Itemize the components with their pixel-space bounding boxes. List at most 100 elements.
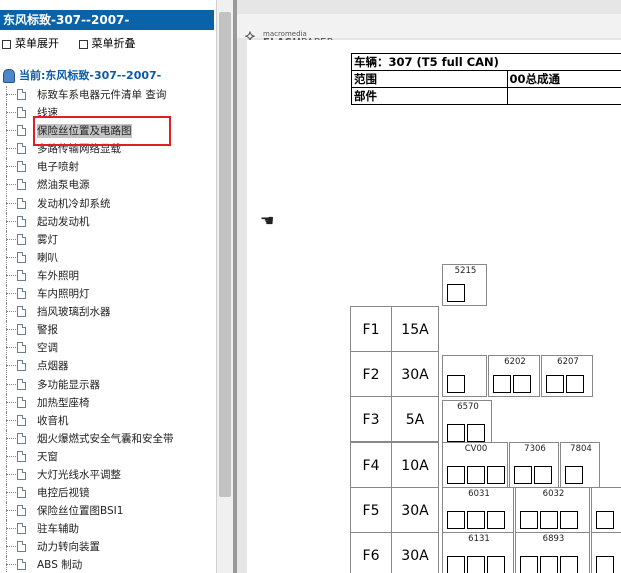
component-code: 6131 [468,534,490,544]
part-label: 部件 [351,87,508,105]
tree-item-label: 起动发动机 [37,215,90,228]
tree-line [6,176,7,195]
tree-item[interactable]: 驻车辅助 [0,520,214,539]
tree-item-label: 雾灯 [37,233,58,246]
tree-line [6,520,7,539]
component-code: 6202 [504,357,526,367]
tree-item[interactable]: 挡风玻璃刮水器 [0,303,214,322]
component-symbol-icon [546,375,564,393]
tree-line [6,538,7,557]
tree-item-label: 烟火爆燃式安全气囊和安全带 [37,432,174,445]
tree-connector [6,293,16,295]
page-icon [17,89,26,100]
tree-connector [6,256,16,258]
component-code: 5215 [454,266,477,276]
tree-item[interactable]: 烟火爆燃式安全气囊和安全带 [0,429,214,448]
component-cell: 6893 [515,532,590,573]
tree-item[interactable]: 点烟器 [0,357,214,376]
component-code: 6207 [557,357,579,367]
tree-root[interactable]: 当前:东风标致-307--2007- [3,67,161,83]
page-icon [17,468,26,480]
fuse-amp-cell: 15A [391,306,439,352]
tree-item-label: ABS 制动 [37,559,83,572]
component-code: CV00 [464,444,488,454]
tree-connector [6,492,16,494]
tree-line [6,339,7,358]
tree-item[interactable]: 动力转向装置 [0,538,214,557]
tree-line [6,248,7,267]
tree-connector [6,112,16,114]
panel-title: 东风标致-307--2007- [0,10,214,30]
component-cell: 5215 [442,264,487,306]
page-icon [17,233,26,245]
page-icon [17,306,26,318]
component-cell: 6131 [442,532,514,573]
tree-connector [6,419,16,421]
tree-item[interactable]: 车内照明灯 [0,285,214,304]
page-icon [17,523,26,535]
tree-item[interactable]: 警报 [0,321,214,340]
part-value [506,87,621,105]
tree-item[interactable]: 标致车系电器元件清单 查询 [0,86,214,104]
tree-connector [6,437,16,439]
page-icon [17,414,26,426]
tree-item[interactable]: 保险丝位置图BSI1 [0,502,214,521]
fuse-amp-cell: 30A [391,487,439,533]
root-label: 当前:东风标致-307--2007- [19,69,162,82]
scrollbar-thumb[interactable] [219,12,231,497]
tree-line [6,122,7,141]
component-symbol-icon [596,511,614,529]
tree-item[interactable]: 加热型座椅 [0,393,214,412]
tree-item[interactable]: 喇叭 [0,248,214,267]
tree-item[interactable]: ABS 制动 [0,556,214,573]
root-icon [3,69,15,83]
tree-item[interactable]: 收音机 [0,411,214,430]
tree-line [6,194,7,213]
tree-line [6,411,7,430]
tree-item[interactable]: 电子喷射 [0,158,214,177]
tree-line [6,321,7,340]
tree-line [6,285,7,304]
component-symbol-icon [467,424,485,442]
tree-item[interactable]: 发动机冷却系统 [0,194,214,213]
page-icon [17,125,26,137]
page-icon [17,450,26,462]
tree-panel: 东风标致-307--2007- 菜单展开 菜单折叠 当前:东风标致-307--2… [0,0,216,573]
tree-item[interactable]: 燃油泵电源 [0,176,214,195]
expand-menu-button[interactable]: 菜单展开 [0,35,59,51]
tree-item-label: 大灯光线水平调整 [37,468,121,481]
document-viewer: ⯎ macromedia FLASHPAPER 车辆：307 (T5 full … [237,0,621,573]
component-symbol-icon [447,284,465,302]
tree-item-label: 发动机冷却系统 [37,197,111,210]
component-code: 6032 [542,489,565,499]
tree-item[interactable]: 起动发动机 [0,212,214,231]
tree-connector [6,383,16,385]
hand-cursor-icon: ☚ [260,211,275,230]
component-symbol-icon [447,424,465,442]
component-symbol-icon [467,466,485,484]
tree-line [6,484,7,503]
tree-connector [6,130,16,132]
tree-item[interactable]: 天窗 [0,447,214,466]
tree-item-label: 电控后视镜 [37,487,90,500]
component-symbol-icon [514,466,532,484]
tree-item[interactable]: 多功能显示器 [0,375,214,394]
tree-item-label: 点烟器 [37,360,69,373]
page-icon [17,107,26,119]
tree-item[interactable]: 雾灯 [0,230,214,249]
component-cell: 6207 [541,355,593,397]
component-symbol-icon [520,511,538,529]
vehicle-cell: 车辆：307 (T5 full CAN) [351,53,621,71]
collapse-menu-button[interactable]: 菜单折叠 [77,35,136,51]
tree-item-label: 多功能显示器 [37,378,100,391]
page-icon [17,251,26,263]
tree-item[interactable]: 车外照明 [0,266,214,285]
page-icon [17,487,26,499]
tree-item[interactable]: 电控后视镜 [0,484,214,503]
component-symbol-icon [467,556,485,573]
tree-connector [6,473,16,475]
fuse-id-cell: F2 [350,351,392,397]
page-icon [17,215,26,227]
tree-item[interactable]: 空调 [0,339,214,358]
tree-item[interactable]: 大灯光线水平调整 [0,465,214,484]
